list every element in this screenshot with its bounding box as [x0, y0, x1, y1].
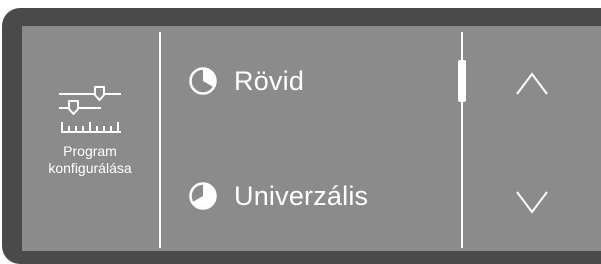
universal-program-clock-icon	[189, 182, 217, 210]
program-option-universal[interactable]: Univerzális	[188, 176, 368, 216]
program-option-short[interactable]: Rövid	[188, 61, 304, 101]
left-divider	[159, 32, 161, 248]
scroll-up-button[interactable]	[492, 54, 572, 114]
scrollbar-thumb[interactable]	[458, 60, 466, 102]
chevron-down-icon	[516, 191, 548, 214]
program-config-label-line1: Program	[63, 143, 117, 159]
program-config-label: Program konfigurálása	[22, 143, 158, 177]
program-config-label-line2: konfigurálása	[48, 160, 132, 176]
chevron-up-icon	[516, 72, 548, 95]
control-panel: Program konfigurálása Rövid Univerzális	[0, 0, 601, 264]
display-screen: Program konfigurálása Rövid Univerzális	[22, 26, 601, 251]
program-config-button[interactable]: Program konfigurálása	[22, 26, 158, 251]
program-option-universal-label: Univerzális	[234, 180, 369, 211]
scroll-down-button[interactable]	[492, 172, 572, 232]
program-option-short-label: Rövid	[234, 65, 305, 96]
program-config-sliders-icon	[59, 86, 121, 133]
short-program-clock-icon	[189, 67, 217, 95]
